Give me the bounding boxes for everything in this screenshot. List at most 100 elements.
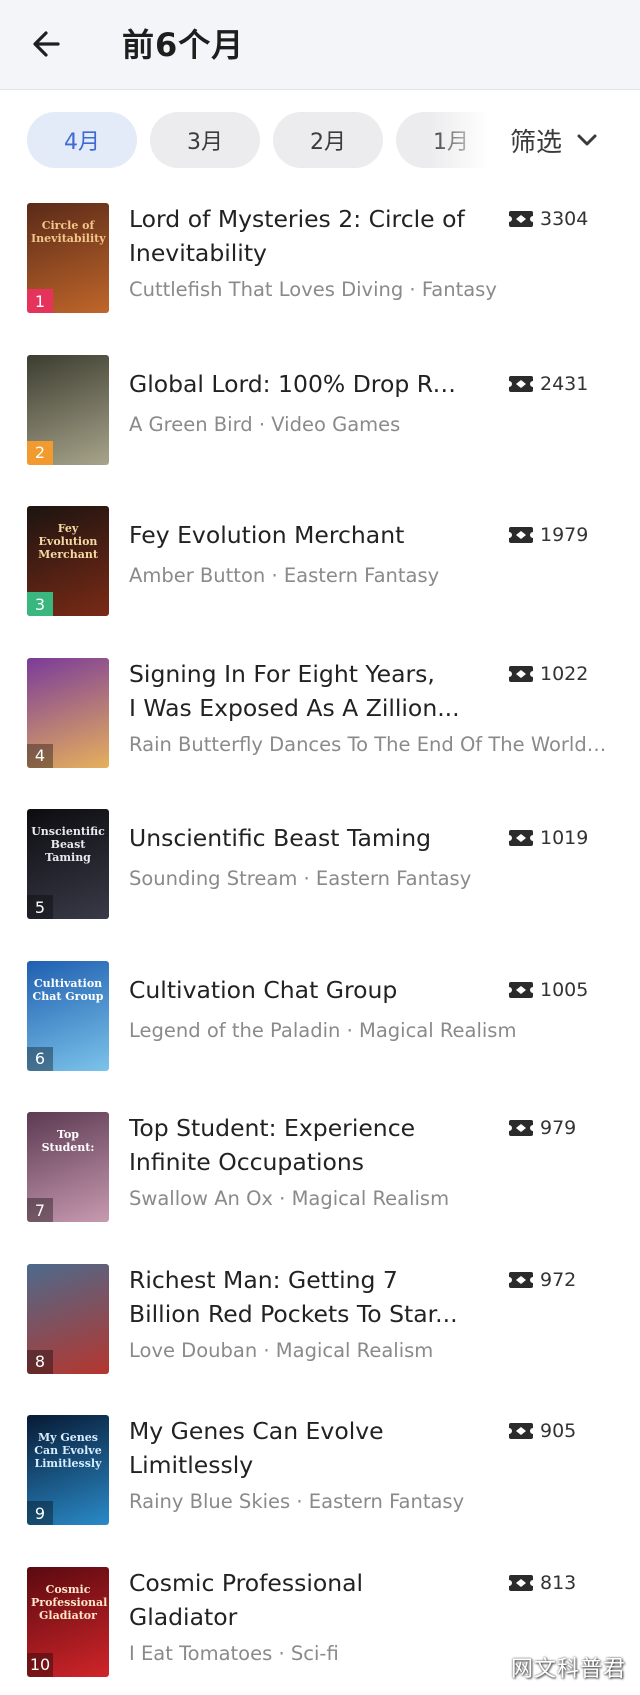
rank-badge: 6 <box>27 1046 53 1071</box>
book-row[interactable]: Circle of Inevitability 1 Lord of Mysterie… <box>0 190 640 342</box>
filter-button[interactable]: 筛选 <box>510 120 598 160</box>
book-genre: Eastern Fantasy <box>283 564 440 587</box>
book-cover[interactable]: 8 <box>27 1263 109 1374</box>
book-author: Amber Button <box>129 564 266 587</box>
book-cover[interactable]: My Genes Can Evolve Limitlessly 9 <box>27 1415 109 1525</box>
book-title-line-1[interactable]: Unscientific Beast Taming <box>129 821 469 855</box>
vote-ticket-icon <box>509 1423 533 1439</box>
book-title-line-2[interactable]: Inevitability <box>129 236 469 270</box>
book-author: I Eat Tomatoes <box>129 1641 273 1665</box>
vote-count: 1019 <box>508 821 588 855</box>
book-cover[interactable]: Cultivation Chat Group 6 <box>27 960 109 1071</box>
rank-badge: 4 <box>27 743 53 768</box>
book-title-line-1[interactable]: My Genes Can Evolve <box>129 1414 469 1448</box>
book-row[interactable]: Unscientific Beast Taming 5 Unscientific B… <box>0 796 640 948</box>
book-genre: Fantasy <box>421 278 497 301</box>
book-author: Love Douban <box>129 1338 258 1362</box>
cover-title-art: Top Student: <box>41 1128 95 1154</box>
vote-count: 1022 <box>508 657 588 691</box>
book-row[interactable]: Top Student: 7 Top Student: Experience Infi… <box>0 1099 640 1251</box>
book-title-line-1[interactable]: Cultivation Chat Group <box>129 973 469 1007</box>
book-cover[interactable]: Fey Evolution Merchant 3 <box>27 506 109 616</box>
book-title-line-2[interactable]: Billion Red Pockets To Star... <box>129 1297 469 1331</box>
book-genre: Magical Realism <box>291 1187 450 1210</box>
book-title-line-1[interactable]: Richest Man: Getting 7 <box>129 1263 469 1297</box>
vote-ticket-icon <box>509 981 533 998</box>
vote-count-value: 813 <box>540 1571 577 1594</box>
vote-ticket-icon <box>509 211 533 227</box>
chip-april[interactable]: 4月 <box>27 112 137 168</box>
book-genre: Magical Realism <box>359 1018 517 1042</box>
book-author: Cuttlefish That Loves Diving <box>129 278 404 301</box>
chip-february[interactable]: 2月 <box>273 112 383 168</box>
book-cover[interactable]: Circle of Inevitability 1 <box>27 203 109 313</box>
book-cover[interactable]: Unscientific Beast Taming 5 <box>27 809 109 919</box>
book-row[interactable]: 2 Global Lord: 100% Drop Rate A Green Bird… <box>0 342 640 494</box>
cover-title-art: Cultivation Chat Group <box>32 976 104 1003</box>
book-meta: A Green Bird · Video Games <box>129 413 609 436</box>
rank-badge: 5 <box>27 895 53 919</box>
book-row[interactable]: 8 Richest Man: Getting 7 Billion Red Pocke… <box>0 1251 640 1403</box>
rank-badge: 7 <box>27 1198 53 1222</box>
book-row[interactable]: Cultivation Chat Group 6 Cultivation Chat … <box>0 948 640 1100</box>
chips-fade-overlay <box>430 90 500 190</box>
book-cover[interactable]: Top Student: 7 <box>27 1112 109 1222</box>
meta-separator: · <box>403 278 422 301</box>
rank-badge: 10 <box>27 1652 53 1677</box>
book-row[interactable]: Fey Evolution Merchant 3 Fey Evolution Mer… <box>0 493 640 645</box>
cover-title-art: Circle of Inevitability <box>31 219 106 245</box>
cover-title-art: Unscientific Beast Taming <box>31 825 105 864</box>
back-button[interactable] <box>28 24 68 64</box>
vote-count-value: 979 <box>540 1117 577 1139</box>
vote-count-value: 1022 <box>540 662 589 685</box>
book-meta: Love Douban · Magical Realism <box>129 1339 609 1362</box>
vote-ticket-icon <box>509 375 533 392</box>
filter-label: 筛选 <box>510 127 563 158</box>
book-genre: Video Games <box>271 412 401 436</box>
watermark-text: 网文科普君 <box>510 1657 626 1682</box>
month-chips: 4月 3月 2月 1月 <box>27 112 497 168</box>
rank-badge: 1 <box>27 289 53 313</box>
book-title-line-1[interactable]: Signing In For Eight Years, <box>129 657 469 691</box>
book-genre: Sci-fi <box>290 1641 339 1665</box>
book-row[interactable]: My Genes Can Evolve Limitlessly 9 My Genes… <box>0 1402 640 1554</box>
book-cover[interactable]: 2 <box>27 354 109 465</box>
rank-badge: 9 <box>27 1501 53 1525</box>
meta-separator: · <box>252 412 272 436</box>
page-title: 前6个月 <box>122 26 245 64</box>
book-cover[interactable]: Cosmic Professional Gladiator 10 <box>27 1566 109 1677</box>
book-meta: Amber Button · Eastern Fantasy <box>129 564 609 587</box>
book-title-line-1[interactable]: Global Lord: 100% Drop Rate <box>129 367 469 401</box>
rank-badge: 8 <box>27 1349 53 1374</box>
vote-ticket-icon <box>509 830 533 846</box>
month-filter-bar: 4月 3月 2月 1月 筛选 <box>0 90 640 190</box>
book-title-line-2[interactable]: Infinite Occupations <box>129 1145 469 1179</box>
book-title-line-2[interactable]: I Was Exposed As A Zillion... <box>129 691 469 725</box>
cover-title-art: Fey Evolution Merchant <box>38 522 98 561</box>
book-author: A Green Bird <box>129 412 253 436</box>
book-title-line-1[interactable]: Cosmic Professional <box>129 1566 469 1600</box>
meta-separator: · <box>297 867 316 890</box>
vote-count-value: 1005 <box>540 978 589 1001</box>
book-meta: Swallow An Ox · Magical Realism <box>129 1187 609 1210</box>
book-genre: Eastern Fantasy <box>315 867 472 890</box>
book-cover[interactable]: 4 <box>27 657 109 768</box>
book-title-line-2[interactable]: Gladiator <box>129 1600 469 1634</box>
vote-ticket-icon <box>509 1574 533 1591</box>
meta-separator: · <box>290 1490 309 1513</box>
book-meta: Rainy Blue Skies · Eastern Fantasy <box>129 1490 609 1513</box>
book-title-line-1[interactable]: Lord of Mysteries 2: Circle of <box>129 202 469 236</box>
book-row[interactable]: 4 Signing In For Eight Years, I Was Expose… <box>0 645 640 797</box>
vote-ticket-icon <box>509 1120 533 1136</box>
chip-march[interactable]: 3月 <box>150 112 260 168</box>
vote-count: 905 <box>508 1414 576 1448</box>
vote-count-value: 972 <box>540 1268 577 1291</box>
vote-count: 3304 <box>508 202 588 236</box>
book-title-line-2[interactable]: Limitlessly <box>129 1448 469 1482</box>
vote-count: 2431 <box>508 367 588 401</box>
book-title-line-1[interactable]: Fey Evolution Merchant <box>129 518 469 552</box>
book-genre: Eastern Fantasy <box>308 1490 465 1513</box>
book-title-line-1[interactable]: Top Student: Experience <box>129 1111 469 1145</box>
book-meta: Cuttlefish That Loves Diving · Fantasy <box>129 278 609 301</box>
vote-count-value: 905 <box>540 1420 577 1442</box>
